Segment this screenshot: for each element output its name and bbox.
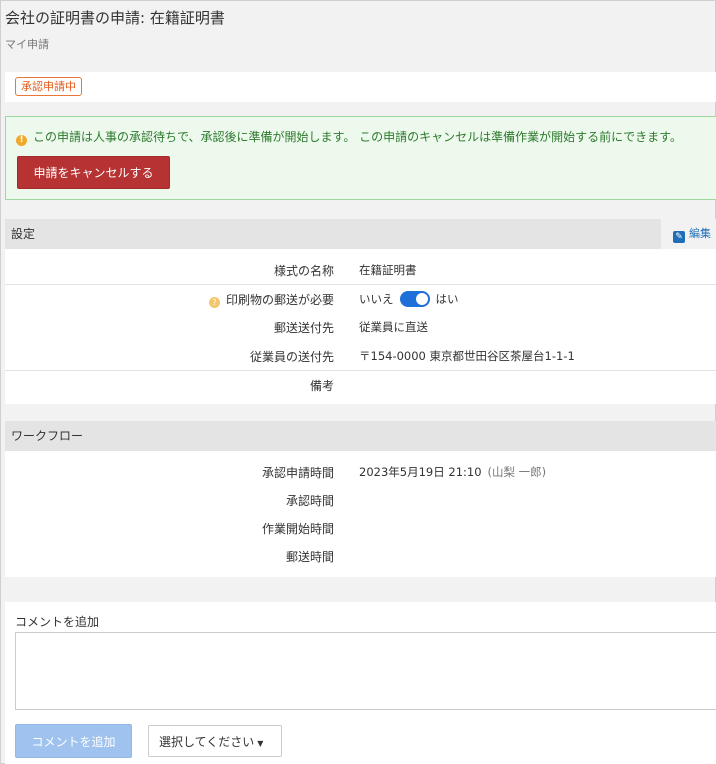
mail-dest-label: 郵送送付先 [273,321,334,335]
start-time-label: 作業開始時間 [261,522,334,536]
caret-down-icon: ▼ [257,738,264,748]
toggle-knob [415,293,428,305]
approve-time-label: 承認時間 [285,494,334,508]
settings-panel: 様式の名称 在籍証明書 ? 印刷物の郵送が必要 いいえ はい 郵送送付先 従業員に直… [5,249,716,404]
workflow-panel: 承認申請時間 2023年5月19日 21:10 (山梨 一郎) 承認時間 作業開始… [5,451,716,577]
alert-message: この申請は人事の承認待ちで、承認後に準備が開始します。 この申請のキャンセルは準… [33,130,682,144]
page-header: 会社の証明書の申請: 在籍証明書 マイ申請 [5,7,715,52]
workflow-section-header: ワークフロー [5,421,716,451]
edit-button[interactable]: ✎ 編集 [661,219,716,249]
add-comment-button[interactable]: コメントを追加 [15,724,132,758]
form-name-label: 様式の名称 [273,264,334,278]
info-alert: ! この申請は人事の承認待ちで、承認後に準備が開始します。 この申請のキャンセルは… [5,116,716,200]
workflow-section-title: ワークフロー [11,429,84,443]
row-mail-destination: 郵送送付先 従業員に直送 [5,312,716,340]
edit-label: 編集 [689,227,711,240]
comment-textarea[interactable] [15,632,716,710]
select-dropdown-label: 選択してください [159,734,255,749]
page-title: 会社の証明書の申請: 在籍証明書 [5,9,225,27]
settings-section-title: 設定 [11,227,36,241]
notes-label: 備考 [309,379,334,393]
row-mail-time: 郵送時間 [5,541,716,569]
employee-dest-value: 〒154-0000 東京都世田谷区茶屋台1-1-1 [359,349,575,363]
breadcrumb[interactable]: マイ申請 [5,36,715,52]
application-frame: 会社の証明書の申請: 在籍証明書 マイ申請 承認申請中 ! この申請は人事の承認待… [0,0,716,764]
row-employee-destination: 従業員の送付先 〒154-0000 東京都世田谷区茶屋台1-1-1 [5,341,716,369]
toggle-on-label: はい [435,292,459,306]
mail-required-label: 印刷物の郵送が必要 [225,293,334,307]
status-badge: 承認申請中 [15,77,82,96]
row-mail-required: ? 印刷物の郵送が必要 いいえ はい [5,284,716,312]
mail-time-label: 郵送時間 [285,550,334,564]
row-form-name: 様式の名称 在籍証明書 [5,255,716,283]
requester-name: (山梨 一郎) [487,465,547,479]
row-start-time: 作業開始時間 [5,513,716,541]
row-notes: 備考 [5,370,716,398]
request-time-value: 2023年5月19日 21:10 [359,465,482,479]
cancel-request-button[interactable]: 申請をキャンセルする [17,156,170,189]
status-bar: 承認申請中 [5,72,716,102]
request-time-label: 承認申請時間 [261,466,334,480]
mail-dest-value: 従業員に直送 [359,320,428,334]
row-approve-time: 承認時間 [5,485,716,513]
help-icon[interactable]: ? [208,297,220,308]
info-icon: ! [16,135,27,146]
form-name-value: 在籍証明書 [359,263,417,277]
employee-dest-label: 従業員の送付先 [249,350,334,364]
select-dropdown[interactable]: 選択してください ▼ [148,725,282,757]
mail-required-toggle[interactable] [399,291,430,307]
pencil-icon: ✎ [673,231,685,243]
comment-label: コメントを追加 [15,615,100,629]
toggle-off-label: いいえ [359,292,394,306]
settings-section-header: 設定 ✎ 編集 [5,219,716,249]
comment-section: コメントを追加 コメントを追加 選択してください ▼ [5,602,716,764]
row-request-time: 承認申請時間 2023年5月19日 21:10 (山梨 一郎) [5,457,716,485]
